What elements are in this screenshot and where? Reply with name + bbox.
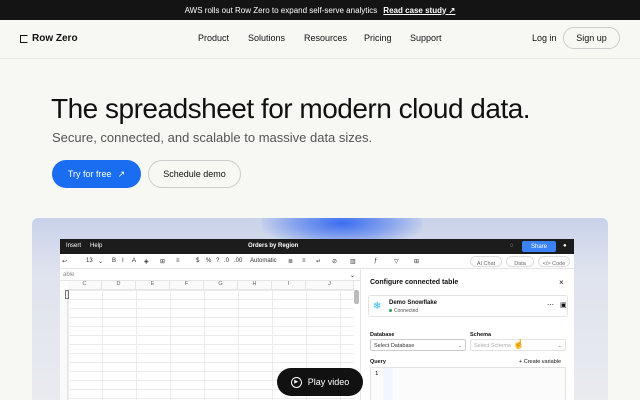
doc-title[interactable]: Orders by Region	[248, 243, 298, 249]
function-icon[interactable]: ƒ	[374, 258, 377, 264]
vertical-scrollbar[interactable]	[354, 290, 359, 304]
ai-chat-button[interactable]: AI Chat	[470, 256, 502, 267]
column-header[interactable]: G	[204, 281, 238, 290]
italic-icon[interactable]: I	[122, 258, 124, 264]
nav-product[interactable]: Product	[198, 33, 229, 43]
filter-icon[interactable]: ▽	[394, 258, 399, 265]
calendar-icon[interactable]: ▣	[560, 301, 567, 309]
undo-icon[interactable]: ↩	[62, 258, 67, 265]
play-video-button[interactable]: ▶ Play video	[277, 368, 363, 396]
brand-logo[interactable]: Row Zero	[20, 33, 78, 44]
schedule-demo-button[interactable]: Schedule demo	[148, 160, 241, 188]
chevron-down-icon[interactable]: ⌄	[350, 272, 355, 279]
comma-symbol[interactable]: ?	[216, 258, 219, 264]
chart-icon[interactable]: ▥	[350, 258, 356, 265]
decimal-more[interactable]: .00	[234, 258, 242, 264]
percent-symbol[interactable]: %	[206, 258, 211, 264]
arrow-up-right-icon: ↗	[117, 168, 126, 179]
currency-symbol[interactable]: $	[196, 258, 199, 264]
editor-gutter-highlight	[383, 368, 393, 400]
column-header[interactable]: F	[170, 281, 204, 290]
database-select[interactable]: Select Database ⌄	[370, 339, 466, 351]
column-header[interactable]: I	[272, 281, 306, 290]
selected-cell[interactable]	[65, 290, 69, 299]
column-header[interactable]: C	[68, 281, 102, 290]
nav-divider	[0, 58, 640, 59]
query-editor[interactable]: 1	[370, 367, 566, 400]
menu-insert[interactable]: Insert	[66, 243, 81, 249]
create-variable-button[interactable]: + Create variable	[519, 359, 561, 365]
chevron-down-icon: ⌄	[457, 343, 462, 349]
panel-title: Configure connected table	[370, 279, 459, 286]
nav-resources[interactable]: Resources	[304, 33, 347, 43]
connection-name: Demo Snowflake	[389, 300, 438, 306]
column-header[interactable]: E	[136, 281, 170, 290]
fill-icon[interactable]: ◈	[144, 258, 149, 265]
number-format[interactable]: Automatic	[250, 258, 277, 264]
database-label: Database	[370, 332, 395, 338]
text-color-icon[interactable]: A	[132, 258, 136, 264]
table-icon[interactable]: ⊞	[414, 258, 419, 265]
pointer-cursor-icon: ☝	[513, 339, 525, 349]
formula-bar[interactable]: able	[60, 269, 360, 281]
align-center-icon[interactable]: ≡	[302, 258, 306, 264]
query-label: Query	[370, 359, 386, 365]
column-header[interactable]: H	[238, 281, 272, 290]
snowflake-icon: ❄	[373, 301, 382, 312]
hero-subtitle: Secure, connected, and scalable to massi…	[52, 130, 373, 145]
borders-icon[interactable]: ⊞	[160, 258, 165, 265]
status-dot-icon	[389, 309, 392, 312]
app-menubar: Insert Help Orders by Region ◌ Share ●	[60, 239, 574, 254]
case-study-link[interactable]: Read case study ↗	[383, 6, 455, 15]
share-button[interactable]: Share	[522, 241, 556, 252]
nav-pricing[interactable]: Pricing	[364, 33, 392, 43]
menu-help[interactable]: Help	[90, 243, 102, 249]
decimal-less[interactable]: .0	[224, 258, 229, 264]
link-icon[interactable]: ⊘	[332, 258, 337, 265]
more-icon[interactable]: ⋯	[547, 301, 554, 309]
top-nav: Row Zero Product Solutions Resources Pri…	[0, 20, 640, 58]
data-button[interactable]: Data	[506, 256, 534, 267]
row-zero-logo-icon	[20, 34, 28, 43]
login-link[interactable]: Log in	[532, 33, 557, 43]
app-toolbar: ↩ 13 ⌄ B I A ◈ ⊞ ≡ $ % ? .0 .00 Automati…	[60, 254, 574, 269]
close-icon[interactable]: ×	[559, 278, 564, 287]
configure-panel: Configure connected table × ❄ Demo Snowf…	[360, 269, 574, 400]
align-icon[interactable]: ≡	[176, 258, 180, 264]
hero-title: The spreadsheet for modern cloud data.	[51, 93, 531, 124]
font-size[interactable]: 13	[86, 258, 93, 264]
nav-support[interactable]: Support	[410, 33, 442, 43]
play-icon: ▶	[290, 376, 302, 388]
chevron-down-icon: ⌄	[557, 343, 562, 349]
bold-icon[interactable]: B	[112, 258, 116, 264]
line-number: 1	[375, 371, 379, 377]
code-button[interactable]: </> Code	[538, 256, 570, 267]
connection-status: Connected	[389, 308, 418, 314]
user-icon[interactable]: ●	[563, 243, 567, 249]
chevron-down-icon: ⌄	[98, 259, 104, 265]
align-left-icon[interactable]: ≣	[288, 258, 293, 265]
banner-text: AWS rolls out Row Zero to expand self-se…	[184, 5, 378, 15]
signup-button[interactable]: Sign up	[563, 27, 620, 49]
schema-label: Schema	[470, 332, 492, 338]
brand-name: Row Zero	[32, 33, 78, 44]
column-header[interactable]: J	[306, 281, 354, 290]
row-header-gutter	[60, 290, 68, 400]
lightbulb-icon[interactable]: ◌	[510, 243, 514, 249]
arrow-up-right-icon: ↗	[448, 5, 456, 15]
announcement-banner: AWS rolls out Row Zero to expand self-se…	[0, 0, 640, 20]
column-header[interactable]: D	[102, 281, 136, 290]
try-for-free-button[interactable]: Try for free ↗	[52, 160, 141, 188]
wrap-icon[interactable]: ↵	[316, 258, 321, 265]
connection-card[interactable]: ❄ Demo Snowflake Connected ⋯ ▣	[368, 295, 568, 317]
nav-solutions[interactable]: Solutions	[248, 33, 285, 43]
